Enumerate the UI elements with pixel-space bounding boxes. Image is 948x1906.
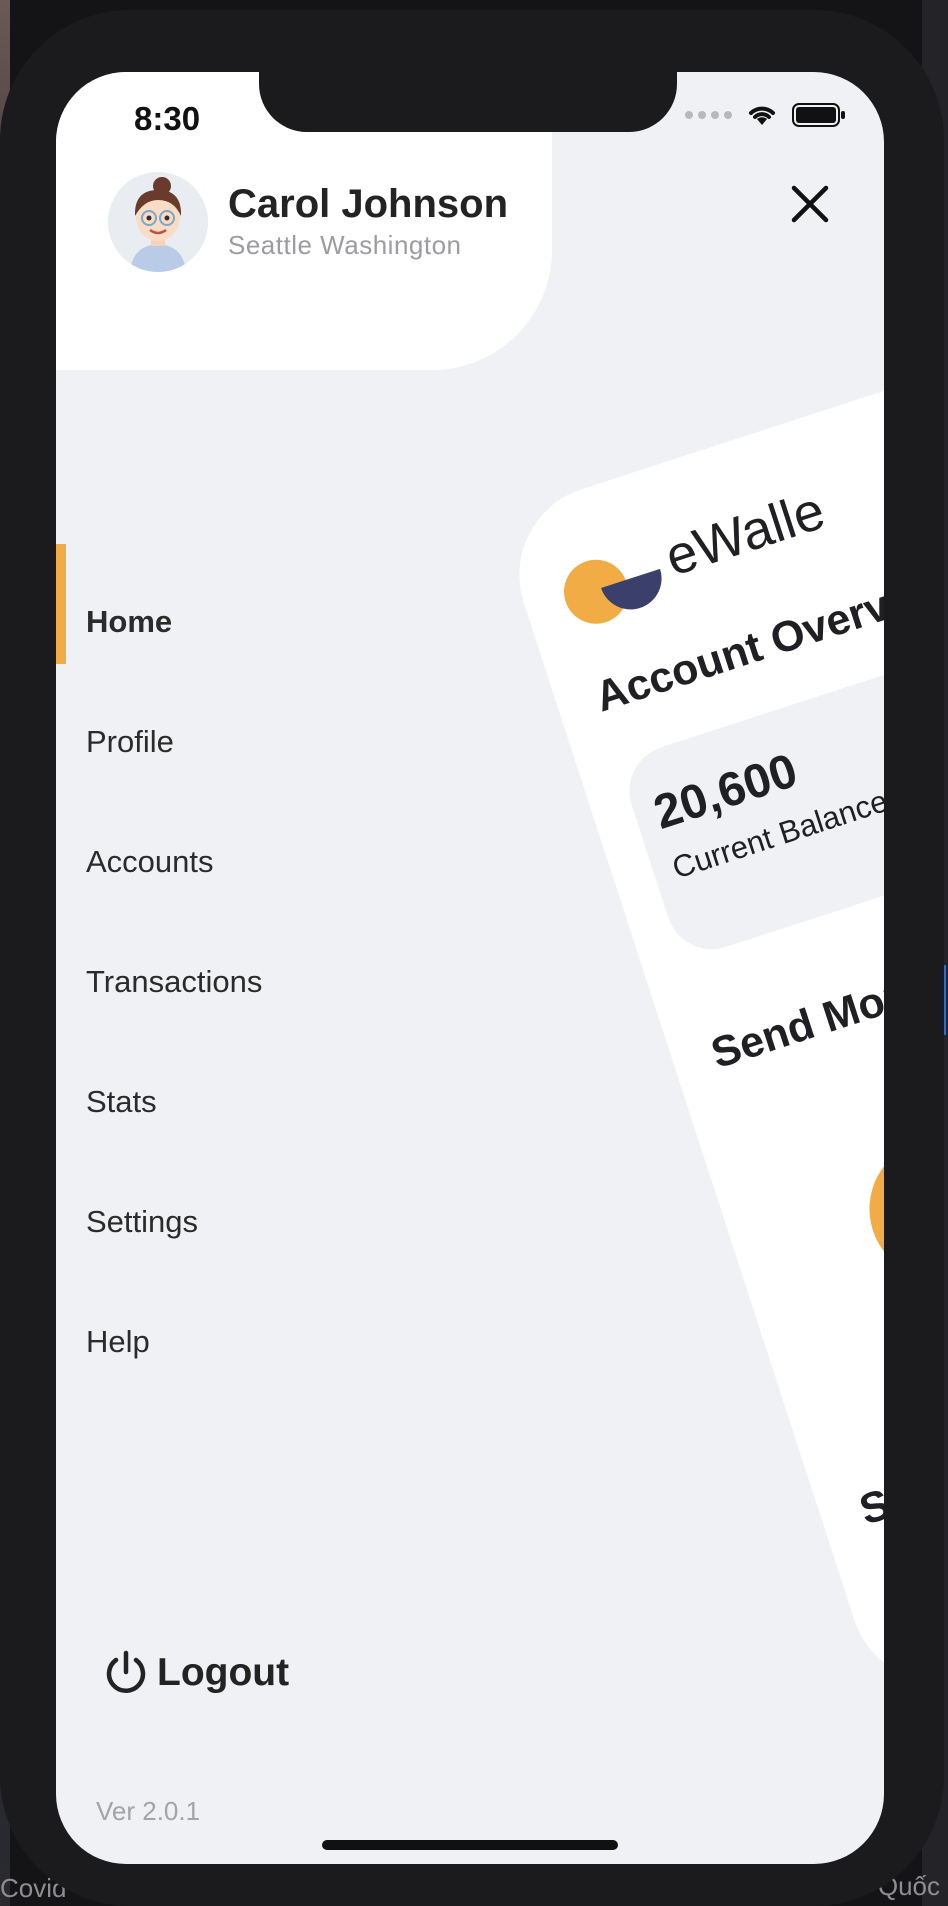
menu-item-stats[interactable]: Stats (56, 1042, 456, 1162)
add-recipient-button[interactable] (851, 1120, 884, 1298)
close-button[interactable] (786, 180, 834, 228)
home-preview-card[interactable]: eWalle Account Overview 20,600 Current B… (496, 356, 884, 1706)
side-menu: Home Profile Accounts Transactions Stats… (56, 562, 456, 1402)
send-money-heading: Send Money (705, 954, 884, 1079)
home-indicator[interactable] (322, 1840, 618, 1850)
active-indicator (56, 544, 66, 664)
avatar[interactable] (108, 172, 208, 272)
logout-label: Logout (157, 1651, 290, 1694)
close-icon (791, 185, 829, 223)
battery-icon (792, 103, 845, 127)
signal-icon (685, 111, 732, 119)
status-time: 8:30 (134, 100, 201, 137)
menu-item-help[interactable]: Help (56, 1282, 456, 1402)
app-version: Ver 2.0.1 (96, 1796, 201, 1826)
menu-item-home[interactable]: Home (56, 562, 456, 682)
menu-item-transactions[interactable]: Transactions (56, 922, 456, 1042)
avatar-illustration (108, 172, 208, 272)
menu-item-settings[interactable]: Settings (56, 1162, 456, 1282)
wifi-icon (749, 106, 775, 125)
power-icon (106, 1650, 146, 1693)
menu-item-accounts[interactable]: Accounts (56, 802, 456, 922)
user-name: Carol Johnson (228, 182, 509, 226)
logout-button[interactable]: Logout (101, 1648, 289, 1698)
notch (259, 72, 677, 132)
phone-frame: 8:30 Carol Johnson Seattle Washington eW… (0, 10, 944, 1906)
user-location: Seattle Washington (228, 230, 462, 260)
status-icons (685, 102, 846, 128)
menu-item-profile[interactable]: Profile (56, 682, 456, 802)
preview-brand: eWalle (658, 480, 832, 588)
app-screen: 8:30 Carol Johnson Seattle Washington eW… (56, 72, 884, 1864)
services-heading: Service (853, 1441, 884, 1535)
